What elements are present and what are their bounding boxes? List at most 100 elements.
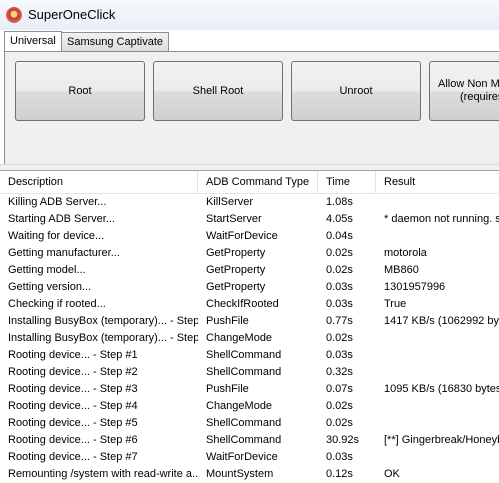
- cell-adb-command-type: ChangeMode: [206, 332, 273, 344]
- log-list[interactable]: Description ADB Command Type Time Result…: [0, 170, 499, 483]
- column-header-description[interactable]: Description: [0, 171, 198, 193]
- cell-description: Killing ADB Server...: [8, 196, 107, 208]
- cell-time: 0.03s: [326, 349, 353, 361]
- cell-time: 0.03s: [326, 298, 353, 310]
- table-row[interactable]: Rooting device... - Step #5 ShellCommand 0…: [0, 415, 499, 432]
- cell-description: Rooting device... - Step #7: [8, 451, 138, 463]
- unroot-button[interactable]: Unroot: [291, 61, 421, 121]
- cell-description: Rooting device... - Step #4: [8, 400, 138, 412]
- cell-description: Getting version...: [8, 281, 92, 293]
- cell-result: [376, 228, 499, 245]
- cell-time: 0.02s: [326, 264, 353, 276]
- cell-result: [376, 330, 499, 347]
- allow-non-market-button[interactable]: Allow Non Ma (requires: [429, 61, 499, 121]
- column-header-result[interactable]: Result: [376, 171, 499, 193]
- table-row[interactable]: Starting ADB Server... StartServer 4.05s * …: [0, 211, 499, 228]
- cell-adb-command-type: GetProperty: [206, 281, 266, 293]
- shell-root-button[interactable]: Shell Root: [153, 61, 283, 121]
- cell-adb-command-type: ShellCommand: [206, 434, 282, 446]
- cell-description: Starting ADB Server...: [8, 213, 115, 225]
- cell-result: [376, 415, 499, 432]
- cell-result: 1301957996: [384, 281, 446, 293]
- cell-result: True: [384, 298, 407, 310]
- cell-description: Rooting device... - Step #2: [8, 366, 138, 378]
- cell-result: 1417 KB/s (1062992 byt: [384, 315, 499, 327]
- cell-adb-command-type: MountSystem: [206, 468, 274, 480]
- cell-time: 0.32s: [326, 366, 353, 378]
- column-header-adb-command-type[interactable]: ADB Command Type: [198, 171, 318, 193]
- cell-adb-command-type: CheckIfRooted: [206, 298, 279, 310]
- cell-time: 1.08s: [326, 196, 353, 208]
- title-bar: SuperOneClick: [0, 0, 499, 30]
- cell-adb-command-type: WaitForDevice: [206, 451, 278, 463]
- cell-adb-command-type: ShellCommand: [206, 366, 282, 378]
- cell-result: [376, 347, 499, 364]
- cell-description: Getting model...: [8, 264, 86, 276]
- cell-result: [376, 449, 499, 466]
- cell-result: 1095 KB/s (16830 bytes: [384, 383, 499, 395]
- cell-description: Getting manufacturer...: [8, 247, 120, 259]
- allow-non-market-line1: Allow Non Ma: [438, 78, 499, 90]
- cell-time: 4.05s: [326, 213, 353, 225]
- cell-result: * daemon not running. st: [384, 213, 499, 225]
- table-row[interactable]: Rooting device... - Step #1 ShellCommand 0…: [0, 347, 499, 364]
- table-row[interactable]: Killing ADB Server... KillServer 1.08s: [0, 194, 499, 211]
- cell-adb-command-type: GetProperty: [206, 247, 266, 259]
- table-row[interactable]: Rooting device... - Step #2 ShellCommand 0…: [0, 364, 499, 381]
- cell-time: 0.03s: [326, 451, 353, 463]
- cell-adb-command-type: StartServer: [206, 213, 262, 225]
- cell-description: Rooting device... - Step #3: [8, 383, 138, 395]
- cell-time: 0.02s: [326, 247, 353, 259]
- cell-result: [376, 364, 499, 381]
- cell-time: 30.92s: [326, 434, 360, 446]
- cell-adb-command-type: GetProperty: [206, 264, 266, 276]
- cell-description: Installing BusyBox (temporary)... - Step…: [8, 332, 198, 344]
- cell-adb-command-type: WaitForDevice: [206, 230, 278, 242]
- table-row[interactable]: Getting model... GetProperty 0.02s MB860: [0, 262, 499, 279]
- table-row[interactable]: Rooting device... - Step #6 ShellCommand 3…: [0, 432, 499, 449]
- cell-description: Rooting device... - Step #6: [8, 434, 138, 446]
- table-row[interactable]: Getting manufacturer... GetProperty 0.02s m…: [0, 245, 499, 262]
- cell-description: Remounting /system with read-write a...: [8, 468, 198, 480]
- cell-description: Checking if rooted...: [8, 298, 106, 310]
- cell-adb-command-type: PushFile: [206, 383, 249, 395]
- table-row[interactable]: Remounting /system with read-write a... M…: [0, 466, 499, 483]
- cell-time: 0.12s: [326, 468, 353, 480]
- cell-adb-command-type: PushFile: [206, 315, 249, 327]
- table-row[interactable]: Rooting device... - Step #7 WaitForDevice…: [0, 449, 499, 466]
- table-row[interactable]: Rooting device... - Step #3 PushFile 0.07s…: [0, 381, 499, 398]
- cell-description: Rooting device... - Step #5: [8, 417, 138, 429]
- cell-result: OK: [384, 468, 400, 480]
- tab-panel-universal: Root Shell Root Unroot Allow Non Ma (req…: [4, 51, 499, 164]
- table-row[interactable]: Rooting device... - Step #4 ChangeMode 0.0…: [0, 398, 499, 415]
- root-button[interactable]: Root: [15, 61, 145, 121]
- cell-time: 0.02s: [326, 400, 353, 412]
- table-row[interactable]: Checking if rooted... CheckIfRooted 0.03s T…: [0, 296, 499, 313]
- cell-time: 0.02s: [326, 332, 353, 344]
- cell-time: 0.02s: [326, 417, 353, 429]
- table-row[interactable]: Getting version... GetProperty 0.03s 130195…: [0, 279, 499, 296]
- cell-result: [376, 398, 499, 415]
- cell-description: Installing BusyBox (temporary)... - Step…: [8, 315, 198, 327]
- cell-adb-command-type: ShellCommand: [206, 349, 282, 361]
- table-row[interactable]: Waiting for device... WaitForDevice 0.04s: [0, 228, 499, 245]
- cell-time: 0.77s: [326, 315, 353, 327]
- tab-samsung-captivate[interactable]: Samsung Captivate: [61, 32, 169, 51]
- cell-result: [376, 194, 499, 211]
- cell-description: Rooting device... - Step #1: [8, 349, 138, 361]
- cell-time: 0.03s: [326, 281, 353, 293]
- cell-adb-command-type: KillServer: [206, 196, 254, 208]
- list-header: Description ADB Command Type Time Result: [0, 171, 499, 194]
- cell-time: 0.04s: [326, 230, 353, 242]
- allow-non-market-label: Allow Non Ma (requires: [438, 78, 499, 104]
- app-icon: [6, 7, 22, 23]
- column-header-time[interactable]: Time: [318, 171, 376, 193]
- table-row[interactable]: Installing BusyBox (temporary)... - Step…: [0, 313, 499, 330]
- table-row[interactable]: Installing BusyBox (temporary)... - Step…: [0, 330, 499, 347]
- cell-result: [**] Gingerbreak/Honeyb: [384, 434, 499, 446]
- cell-result: motorola: [384, 247, 427, 259]
- cell-description: Waiting for device...: [8, 230, 105, 242]
- cell-adb-command-type: ShellCommand: [206, 417, 282, 429]
- tab-universal[interactable]: Universal: [4, 31, 62, 52]
- window-title: SuperOneClick: [28, 7, 116, 22]
